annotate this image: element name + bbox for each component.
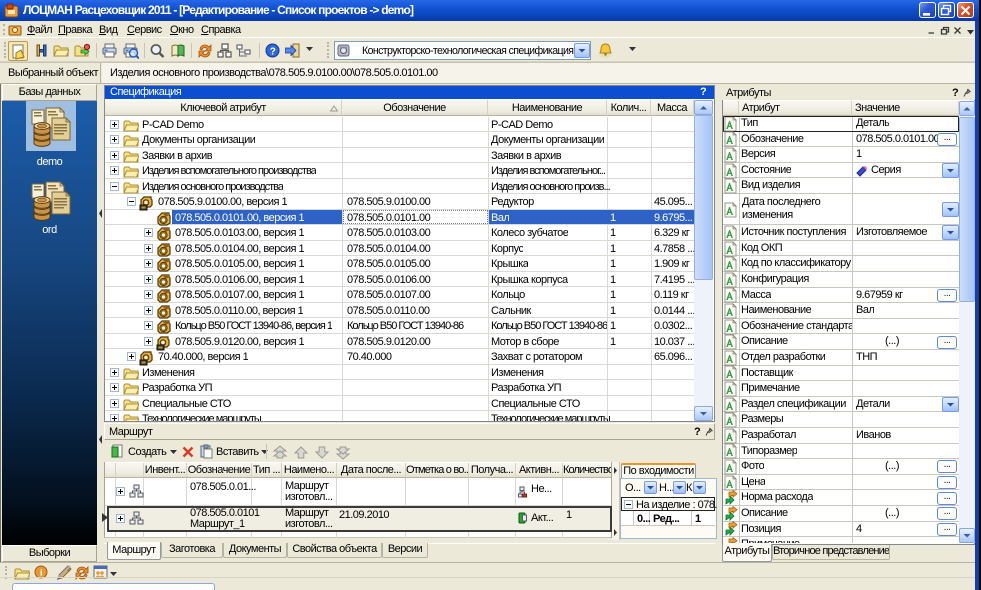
- svg-text:?: ?: [270, 47, 276, 58]
